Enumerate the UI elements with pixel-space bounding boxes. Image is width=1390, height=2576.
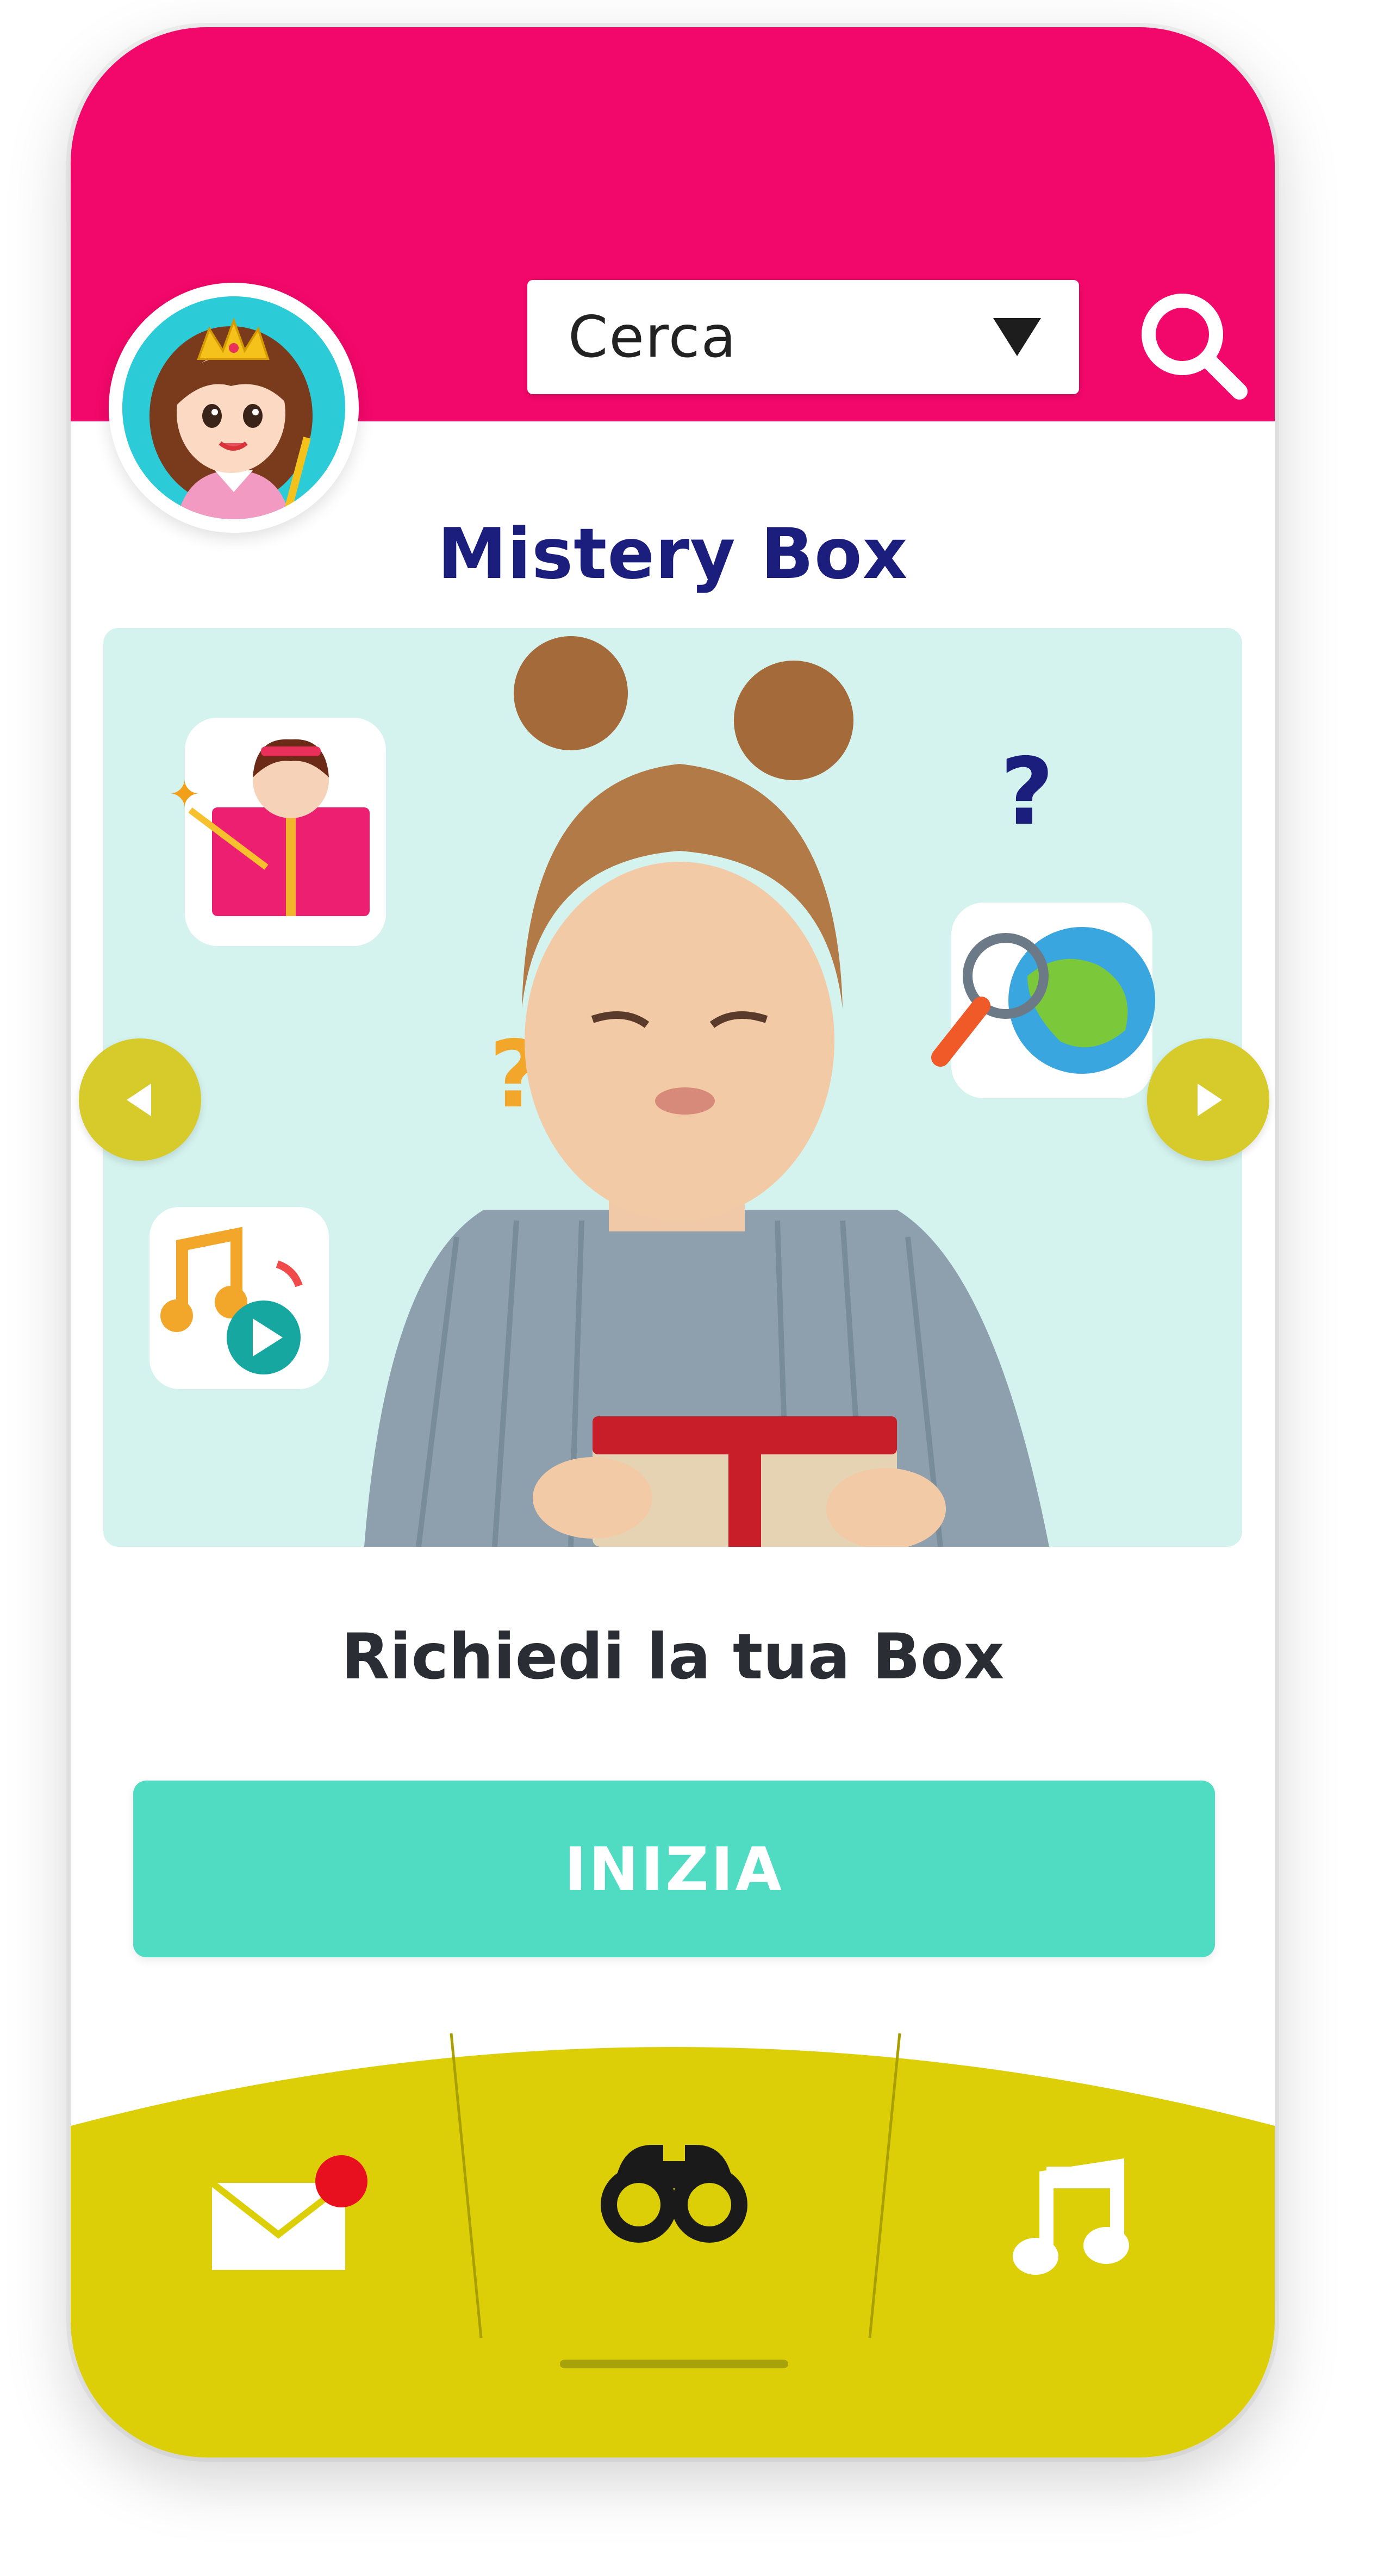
carousel-next-button[interactable]: [1147, 1038, 1269, 1161]
search-input[interactable]: Cerca: [568, 304, 993, 370]
page-title: Mistery Box: [437, 514, 908, 595]
chevron-down-icon[interactable]: [993, 318, 1041, 356]
carousel-prev-button[interactable]: [79, 1038, 201, 1161]
start-button[interactable]: INIZIA: [133, 1781, 1215, 1957]
home-indicator: [560, 2360, 788, 2368]
phone-frame: Cerca Mistery Box ✦ ? ? Richiedi la tua …: [71, 27, 1275, 2457]
search-dropdown[interactable]: Cerca: [527, 280, 1079, 394]
nav-item-mail[interactable]: [207, 2153, 370, 2278]
search-icon[interactable]: [1131, 283, 1256, 408]
nav-item-explore[interactable]: [593, 2123, 756, 2248]
question-mark: ?: [1000, 738, 1054, 846]
section-subtitle: Richiedi la tua Box: [341, 1620, 1005, 1694]
chevron-right-icon: [1197, 1083, 1222, 1116]
chevron-left-icon: [126, 1083, 151, 1116]
mystery-box-illustration: ✦ ? ?: [149, 636, 1155, 1547]
carousel-slide: ✦ ? ?: [103, 628, 1242, 1547]
binoculars-icon: [601, 2145, 747, 2243]
notification-badge: [315, 2155, 367, 2207]
nav-item-music[interactable]: [1006, 2156, 1147, 2281]
svg-text:✦: ✦: [169, 772, 201, 817]
princess-avatar-icon: [122, 296, 345, 519]
avatar: [122, 296, 345, 519]
mail-icon: [210, 2155, 367, 2270]
profile-avatar[interactable]: [109, 283, 359, 533]
music-note-icon: [1013, 2158, 1129, 2275]
